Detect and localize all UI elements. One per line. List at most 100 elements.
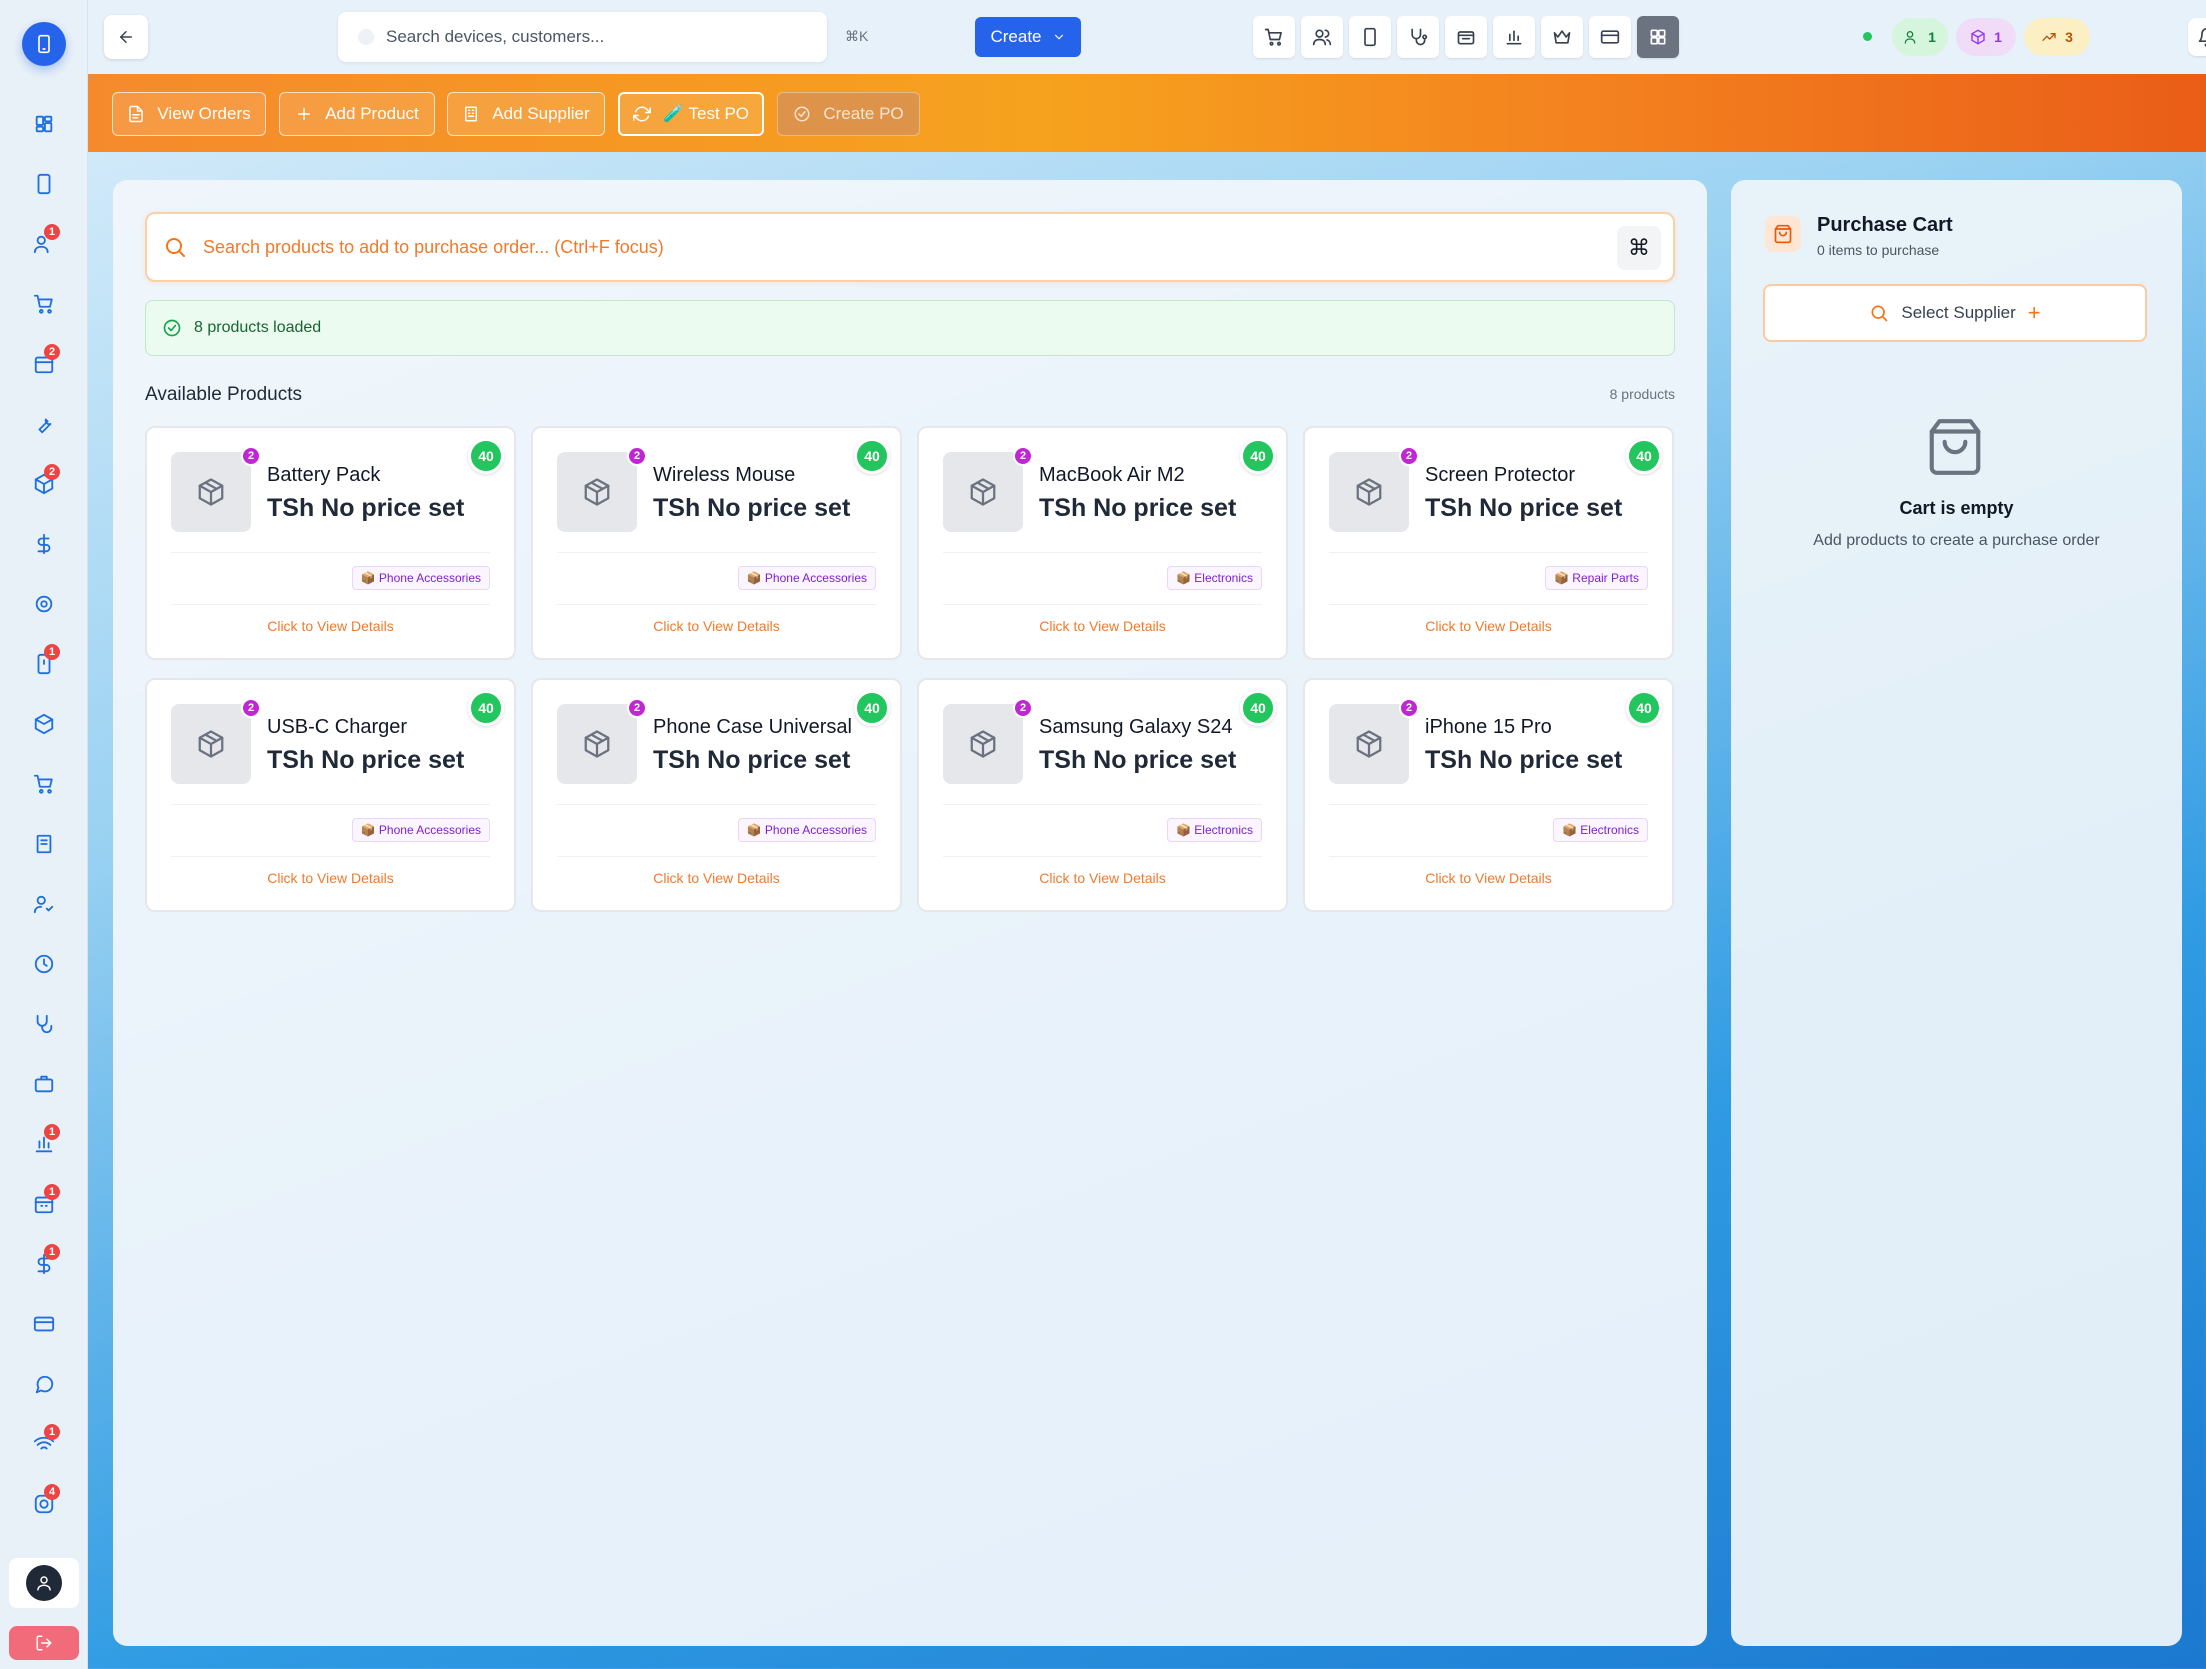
variant-count-badge: 2 <box>627 698 647 718</box>
arrow-left-icon <box>120 31 132 43</box>
quick-cart-button[interactable] <box>1253 16 1295 58</box>
quick-diagnostics-button[interactable] <box>1397 16 1439 58</box>
quick-store-button[interactable] <box>1445 16 1487 58</box>
bell-icon <box>2198 27 2206 47</box>
stethoscope-icon <box>36 1014 53 1034</box>
product-search[interactable]: ⌘ <box>145 212 1675 282</box>
stock-count-badge: 40 <box>854 438 890 474</box>
sidebar-item-shopping-cart[interactable] <box>24 764 64 804</box>
view-details-link[interactable]: Click to View Details <box>919 870 1286 886</box>
sidebar-item-clock[interactable] <box>24 944 64 984</box>
notification-badge: 1 <box>44 1184 60 1200</box>
product-name: Wireless Mouse <box>653 464 796 486</box>
quick-premium-button[interactable] <box>1541 16 1583 58</box>
package-icon <box>1971 29 1985 45</box>
dashboard-icon <box>35 115 53 133</box>
view-details-link[interactable]: Click to View Details <box>533 870 900 886</box>
sidebar-item-device[interactable] <box>24 164 64 204</box>
view-orders-button[interactable]: View Orders <box>112 92 266 136</box>
product-card[interactable]: 2 40 Wireless Mouse TSh No price set 📦 Phone… <box>531 426 902 660</box>
sidebar-profile-button[interactable] <box>9 1558 79 1608</box>
product-name: Phone Case Universal <box>653 716 852 738</box>
test-po-button[interactable]: 🧪 Test PO <box>618 92 764 136</box>
product-card[interactable]: 2 40 Screen Protector TSh No price set 📦 Rep… <box>1303 426 1674 660</box>
sidebar-item-user-check[interactable] <box>24 884 64 924</box>
sidebar-item-dashboard[interactable] <box>24 104 64 144</box>
sidebar-item-dollar[interactable] <box>24 524 64 564</box>
sidebar-item-users[interactable]: 1 <box>24 224 64 264</box>
quick-reports-button[interactable] <box>1493 16 1535 58</box>
quick-devices-button[interactable] <box>1349 16 1391 58</box>
sidebar-item-calendar[interactable]: 2 <box>24 344 64 384</box>
logout-button[interactable] <box>9 1626 79 1660</box>
create-po-button[interactable]: Create PO <box>777 92 920 136</box>
active-users-pill[interactable]: 1 <box>1892 18 1948 56</box>
product-panel: ⌘ 8 products loaded Available Products 8… <box>113 180 1707 1646</box>
sidebar-item-settings[interactable] <box>24 584 64 624</box>
sidebar-item-instagram[interactable]: 4 <box>24 1484 64 1524</box>
product-name: USB-C Charger <box>267 716 408 738</box>
product-card[interactable]: 2 40 MacBook Air M2 TSh No price set 📦 Elect… <box>917 426 1288 660</box>
trend-pill[interactable]: 3 <box>2024 18 2090 56</box>
product-card[interactable]: 2 40 iPhone 15 Pro TSh No price set 📦 Electr… <box>1303 678 1674 912</box>
sidebar-item-chat[interactable] <box>24 1364 64 1404</box>
cart-empty-title: Cart is empty <box>1899 498 2014 518</box>
create-button[interactable]: Create <box>975 17 1081 57</box>
packages-pill[interactable]: 1 <box>1956 18 2016 56</box>
card-divider <box>171 804 490 805</box>
sidebar-item-credit-card[interactable] <box>24 1304 64 1344</box>
check-circle-icon <box>163 319 181 337</box>
notifications-button[interactable] <box>2188 18 2206 56</box>
sidebar-item-calendar-grid[interactable]: 1 <box>24 1184 64 1224</box>
product-price: TSh No price set <box>653 494 851 522</box>
global-search-input[interactable] <box>386 27 786 47</box>
product-card[interactable]: 2 40 Phone Case Universal TSh No price set 📦… <box>531 678 902 912</box>
quick-payments-button[interactable] <box>1589 16 1631 58</box>
global-search[interactable] <box>338 12 827 62</box>
card-divider <box>943 856 1262 857</box>
sidebar-item-device-alert[interactable]: 1 <box>24 644 64 684</box>
stethoscope-icon <box>1411 28 1428 46</box>
stock-count-badge: 40 <box>1626 438 1662 474</box>
building-icon <box>465 106 478 122</box>
view-details-link[interactable]: Click to View Details <box>147 618 514 634</box>
sidebar-item-bar-chart[interactable]: 1 <box>24 1124 64 1164</box>
product-price: TSh No price set <box>1039 494 1237 522</box>
sidebar-item-money[interactable]: 1 <box>24 1244 64 1284</box>
select-supplier-button[interactable]: Select Supplier + <box>1763 284 2147 342</box>
sidebar-item-stethoscope[interactable] <box>24 1004 64 1044</box>
sidebar: 1 2 2 1 1 1 1 1 4 <box>0 0 88 1669</box>
product-card[interactable]: 2 40 Samsung Galaxy S24 TSh No price set 📦 E… <box>917 678 1288 912</box>
view-details-link[interactable]: Click to View Details <box>533 618 900 634</box>
view-details-link[interactable]: Click to View Details <box>147 870 514 886</box>
sidebar-item-wifi[interactable]: 1 <box>24 1424 64 1464</box>
sidebar-item-package[interactable]: 2 <box>24 464 64 504</box>
quick-customers-button[interactable] <box>1301 16 1343 58</box>
view-details-link[interactable]: Click to View Details <box>1305 618 1672 634</box>
product-name: Battery Pack <box>267 464 381 486</box>
add-product-button[interactable]: Add Product <box>279 92 435 136</box>
cart-title: Purchase Cart <box>1817 214 1953 236</box>
search-shortcut-hint: ⌘K <box>845 28 869 44</box>
view-details-link[interactable]: Click to View Details <box>919 618 1286 634</box>
product-card[interactable]: 2 40 USB-C Charger TSh No price set 📦 Phone … <box>145 678 516 912</box>
notification-badge: 4 <box>44 1484 60 1500</box>
view-details-link[interactable]: Click to View Details <box>1305 870 1672 886</box>
quick-apps-button[interactable] <box>1637 16 1679 58</box>
product-price: TSh No price set <box>1425 494 1623 522</box>
sidebar-item-wrench[interactable] <box>24 404 64 444</box>
add-supplier-button[interactable]: Add Supplier <box>447 92 605 136</box>
app-logo-phone-icon[interactable] <box>22 22 66 66</box>
command-key-button[interactable]: ⌘ <box>1617 226 1661 270</box>
wrench-icon <box>38 418 52 434</box>
back-button[interactable] <box>104 15 148 59</box>
sidebar-item-cart[interactable] <box>24 284 64 324</box>
product-search-input[interactable] <box>203 236 1603 258</box>
sidebar-item-building[interactable] <box>24 824 64 864</box>
create-po-label: Create PO <box>823 104 904 123</box>
sidebar-item-box[interactable] <box>24 704 64 744</box>
sidebar-item-briefcase[interactable] <box>24 1064 64 1104</box>
chevron-down-icon <box>1054 34 1063 40</box>
stock-count-badge: 40 <box>1626 690 1662 726</box>
product-card[interactable]: 2 40 Battery Pack TSh No price set 📦 Phone A… <box>145 426 516 660</box>
